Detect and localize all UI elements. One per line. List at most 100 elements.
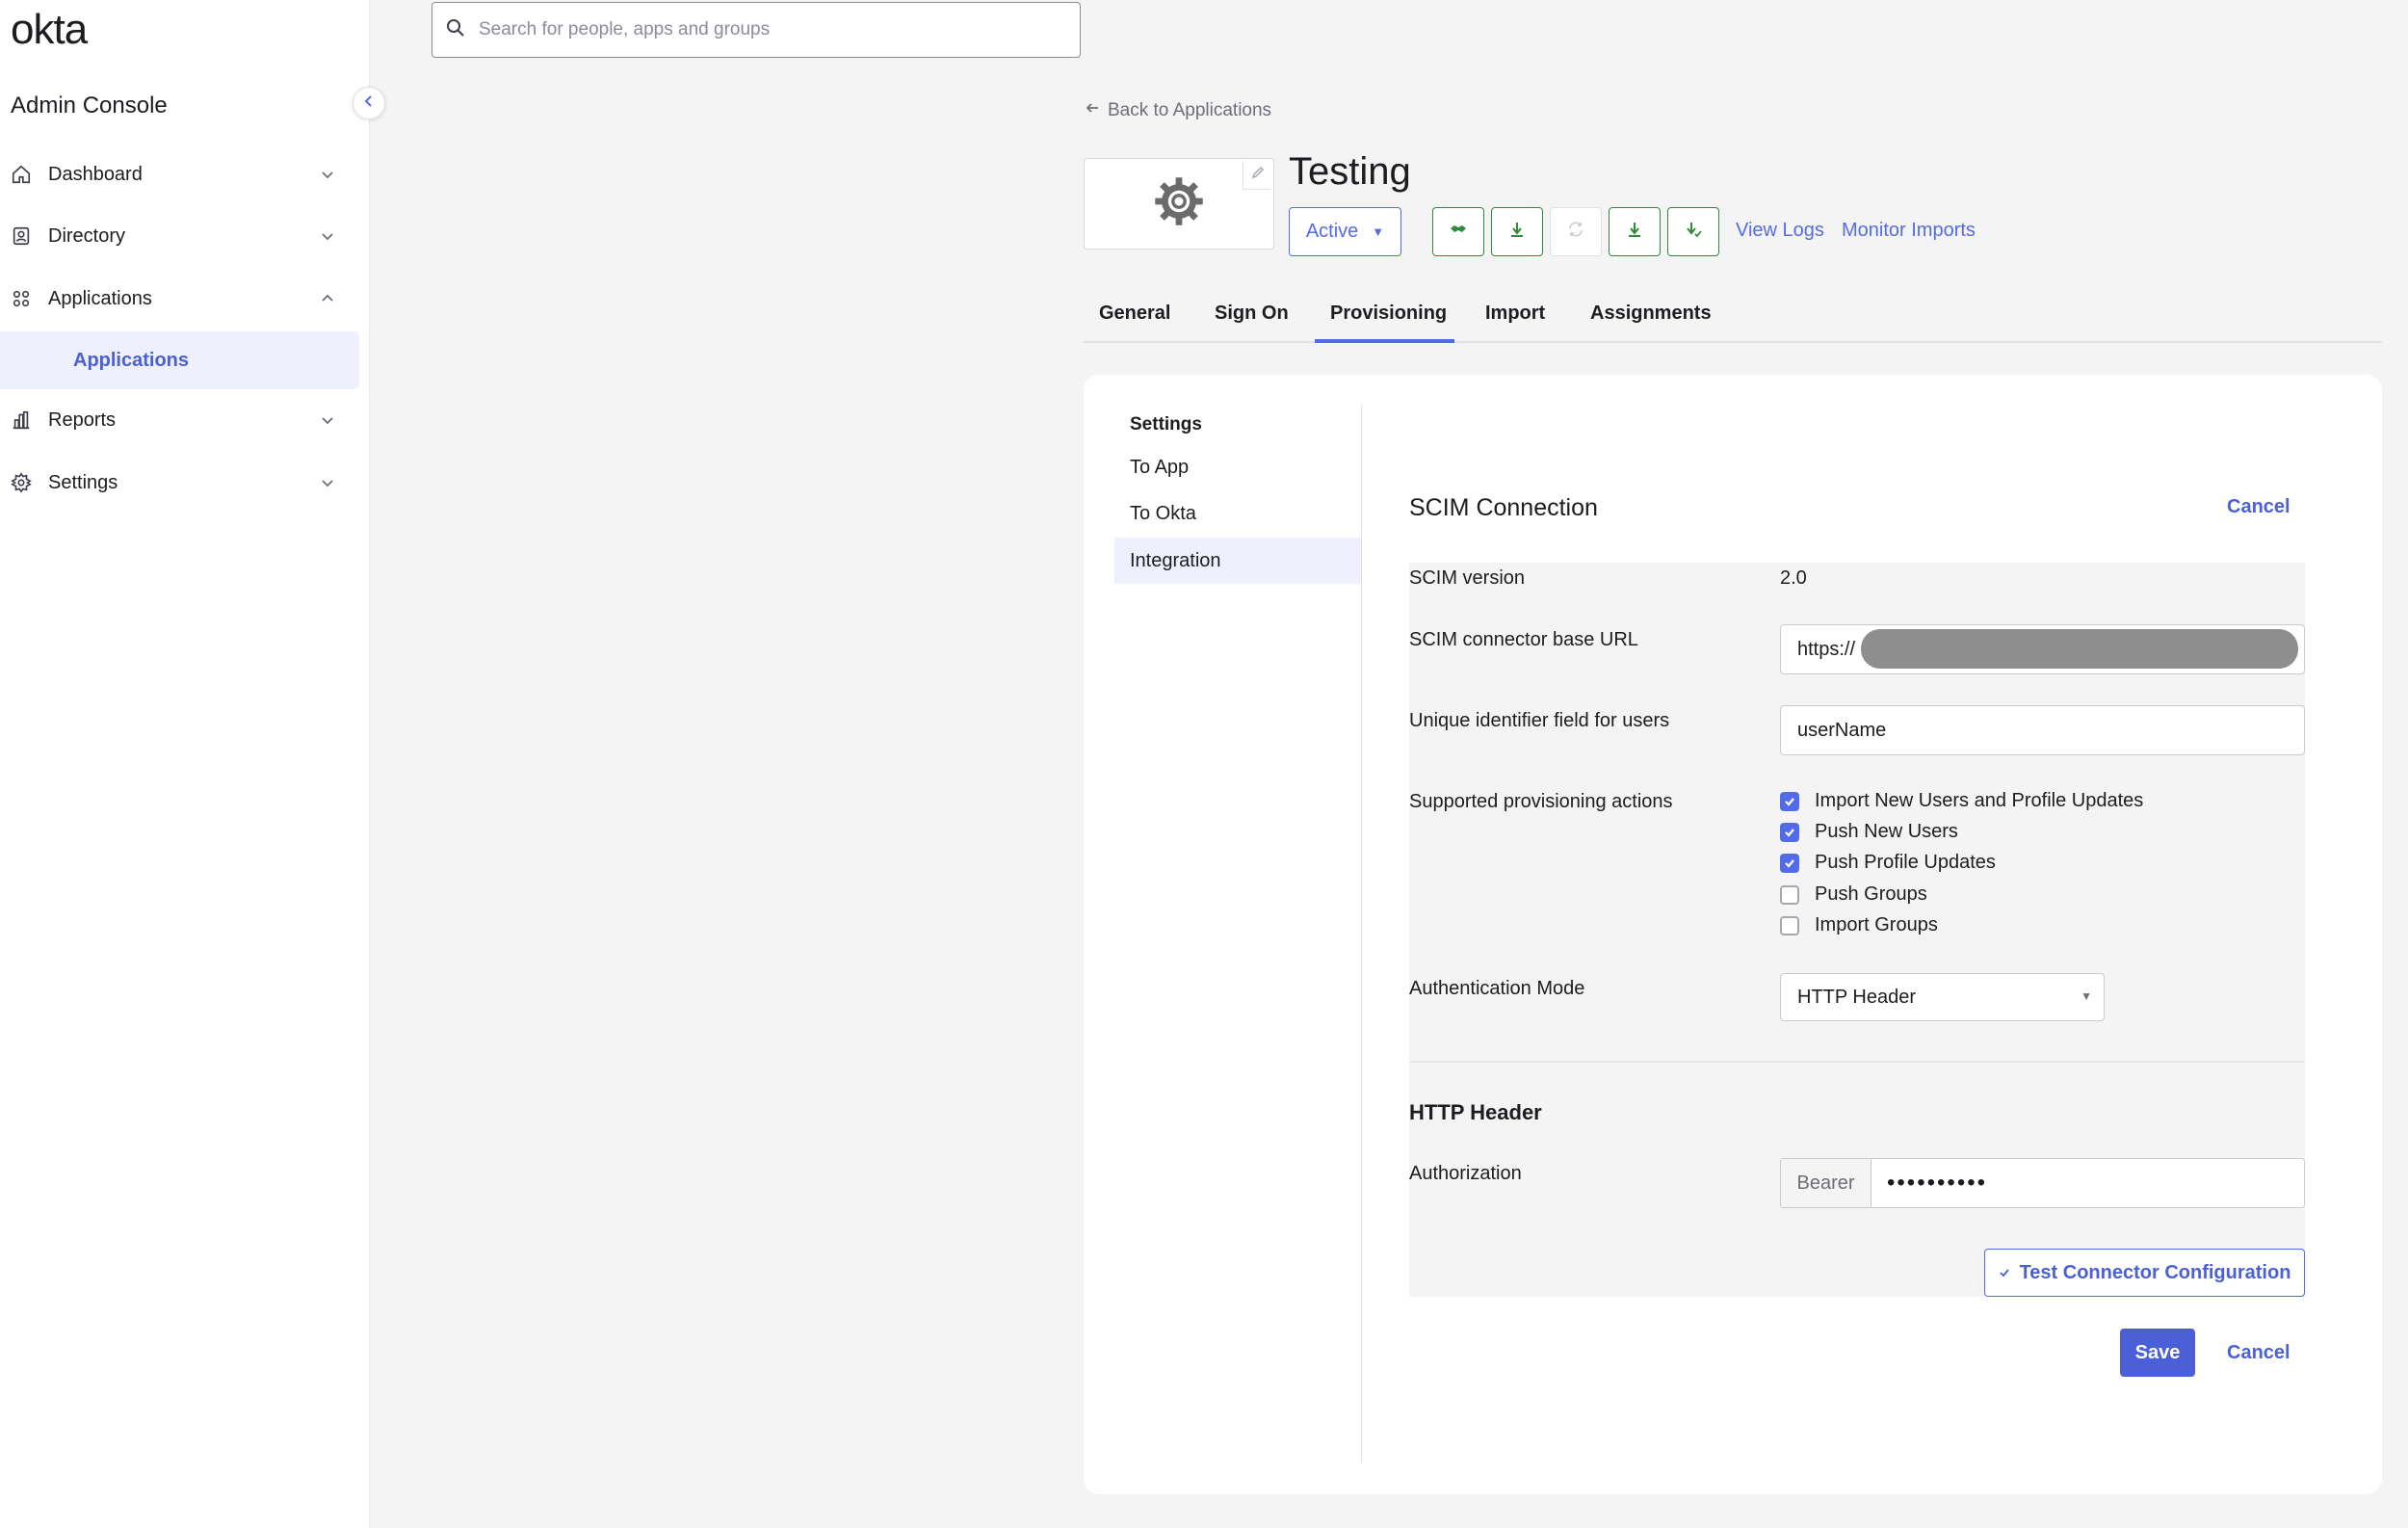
chevron-down-icon [318, 410, 337, 430]
cancel-bottom-link[interactable]: Cancel [2227, 1342, 2290, 1364]
checkbox[interactable] [1780, 915, 1799, 935]
sidebar-item-label: Reports [48, 408, 117, 431]
action-import-groups[interactable]: Import Groups [1780, 914, 1938, 936]
monitor-imports-link[interactable]: Monitor Imports [1842, 220, 1976, 242]
feature-sso-button[interactable] [1432, 207, 1484, 256]
checkbox-label: Push New Users [1815, 821, 1958, 842]
checkbox-label: Push Groups [1815, 883, 1927, 905]
auth-mode-select[interactable]: HTTP Header ▼ [1780, 973, 2105, 1021]
apps-grid-icon [10, 287, 33, 310]
checkbox-label: Push Profile Updates [1815, 852, 1996, 873]
cancel-top-link[interactable]: Cancel [2227, 496, 2290, 518]
chevron-down-icon [318, 226, 337, 246]
caret-down-icon: ▼ [1372, 224, 1385, 239]
sync-icon [1566, 220, 1585, 244]
feature-provisioning-button[interactable] [1491, 207, 1543, 256]
okta-logo[interactable]: okta [11, 6, 88, 54]
unique-identifier-input[interactable] [1780, 705, 2305, 755]
home-icon [10, 163, 33, 186]
sidebar-item-dashboard[interactable]: Dashboard [0, 147, 358, 201]
action-push-profile-updates[interactable]: Push Profile Updates [1780, 852, 1996, 874]
chevron-down-icon [318, 473, 337, 492]
feature-sync-button[interactable] [1550, 207, 1602, 256]
base-url-label: SCIM connector base URL [1409, 629, 1638, 650]
sidebar-item-reports[interactable]: Reports [0, 393, 358, 447]
checkbox-label: Import Groups [1815, 914, 1938, 935]
unique-identifier-label: Unique identifier field for users [1409, 710, 1670, 731]
settings-menu-title: Settings [1130, 414, 1202, 435]
sidebar-item-label: Applications [48, 287, 152, 309]
action-push-new-users[interactable]: Push New Users [1780, 821, 1958, 843]
checkbox[interactable] [1780, 884, 1799, 905]
reports-icon [10, 408, 33, 432]
tab-provisioning[interactable]: Provisioning [1330, 303, 1447, 325]
check-icon [1999, 1262, 2010, 1284]
bearer-prefix: Bearer [1781, 1159, 1871, 1207]
directory-icon [10, 224, 33, 248]
back-to-applications-link[interactable]: Back to Applications [1085, 100, 1271, 121]
sidebar-item-directory[interactable]: Directory [0, 209, 358, 263]
tab-assignments[interactable]: Assignments [1590, 303, 1712, 325]
caret-down-icon: ▼ [2081, 989, 2092, 1003]
search-input[interactable] [479, 19, 1057, 40]
edit-logo-button[interactable] [1243, 161, 1271, 190]
provisioning-actions-label: Supported provisioning actions [1409, 791, 1673, 812]
chevron-left-icon [361, 93, 377, 114]
authorization-field[interactable]: Bearer [1780, 1158, 2305, 1208]
scim-version-label: SCIM version [1409, 567, 1526, 589]
checkbox[interactable] [1780, 791, 1799, 811]
action-push-groups[interactable]: Push Groups [1780, 883, 1927, 906]
save-button[interactable]: Save [2120, 1329, 2195, 1377]
chevron-up-icon [318, 289, 337, 308]
status-label: Active [1305, 221, 1359, 242]
feature-deprovision-button[interactable] [1609, 207, 1661, 256]
test-connector-label: Test Connector Configuration [2019, 1261, 2291, 1283]
search-bar[interactable] [432, 2, 1081, 58]
sidebar-item-applications[interactable]: Applications [0, 272, 358, 326]
authorization-label: Authorization [1409, 1163, 1522, 1184]
user-push-icon [1507, 220, 1527, 244]
gear-icon [10, 471, 33, 494]
checkbox-label: Import New Users and Profile Updates [1815, 790, 2144, 811]
feature-import-button[interactable] [1667, 207, 1719, 256]
action-import-users[interactable]: Import New Users and Profile Updates [1780, 790, 2143, 812]
sidebar: okta Admin Console Dashboard Directory A… [0, 0, 370, 1528]
tab-import[interactable]: Import [1485, 303, 1545, 325]
pencil-icon [1251, 166, 1265, 184]
app-title: Testing [1289, 150, 1411, 193]
auth-mode-value: HTTP Header [1797, 986, 1917, 1008]
sidebar-item-label: Dashboard [48, 163, 143, 185]
console-title: Admin Console [11, 92, 168, 119]
tab-general[interactable]: General [1099, 303, 1170, 325]
sidebar-item-settings[interactable]: Settings [0, 456, 358, 510]
sidebar-subitem-applications[interactable]: Applications [0, 331, 359, 389]
checkbox[interactable] [1780, 853, 1799, 873]
active-tab-indicator [1315, 339, 1454, 343]
status-dropdown[interactable]: Active ▼ [1289, 207, 1401, 256]
gear-icon [1153, 175, 1205, 232]
sidebar-item-label: Directory [48, 224, 126, 247]
authorization-input[interactable] [1871, 1159, 2304, 1207]
user-check-icon [1684, 220, 1703, 244]
settings-menu-integration[interactable]: Integration [1114, 538, 1361, 584]
settings-menu-to-okta[interactable]: To Okta [1114, 490, 1361, 537]
app-logo [1084, 158, 1274, 250]
settings-menu-to-app[interactable]: To App [1114, 444, 1361, 490]
auth-mode-label: Authentication Mode [1409, 978, 1585, 999]
scim-connection-title: SCIM Connection [1409, 494, 1598, 521]
arrow-left-icon [1085, 100, 1100, 121]
http-header-title: HTTP Header [1409, 1100, 1542, 1124]
divider [1361, 405, 1362, 1462]
scim-version-value: 2.0 [1780, 567, 1807, 589]
collapse-sidebar-button[interactable] [353, 87, 385, 119]
user-download-icon [1625, 220, 1644, 244]
redacted-url [1861, 629, 2298, 669]
view-logs-link[interactable]: View Logs [1736, 220, 1824, 242]
handshake-icon [1449, 220, 1468, 244]
divider [1409, 1061, 2305, 1063]
sidebar-item-label: Settings [48, 471, 118, 493]
test-connector-button[interactable]: Test Connector Configuration [1984, 1249, 2305, 1297]
search-icon [446, 18, 465, 42]
checkbox[interactable] [1780, 822, 1799, 842]
tab-sign-on[interactable]: Sign On [1215, 303, 1289, 325]
